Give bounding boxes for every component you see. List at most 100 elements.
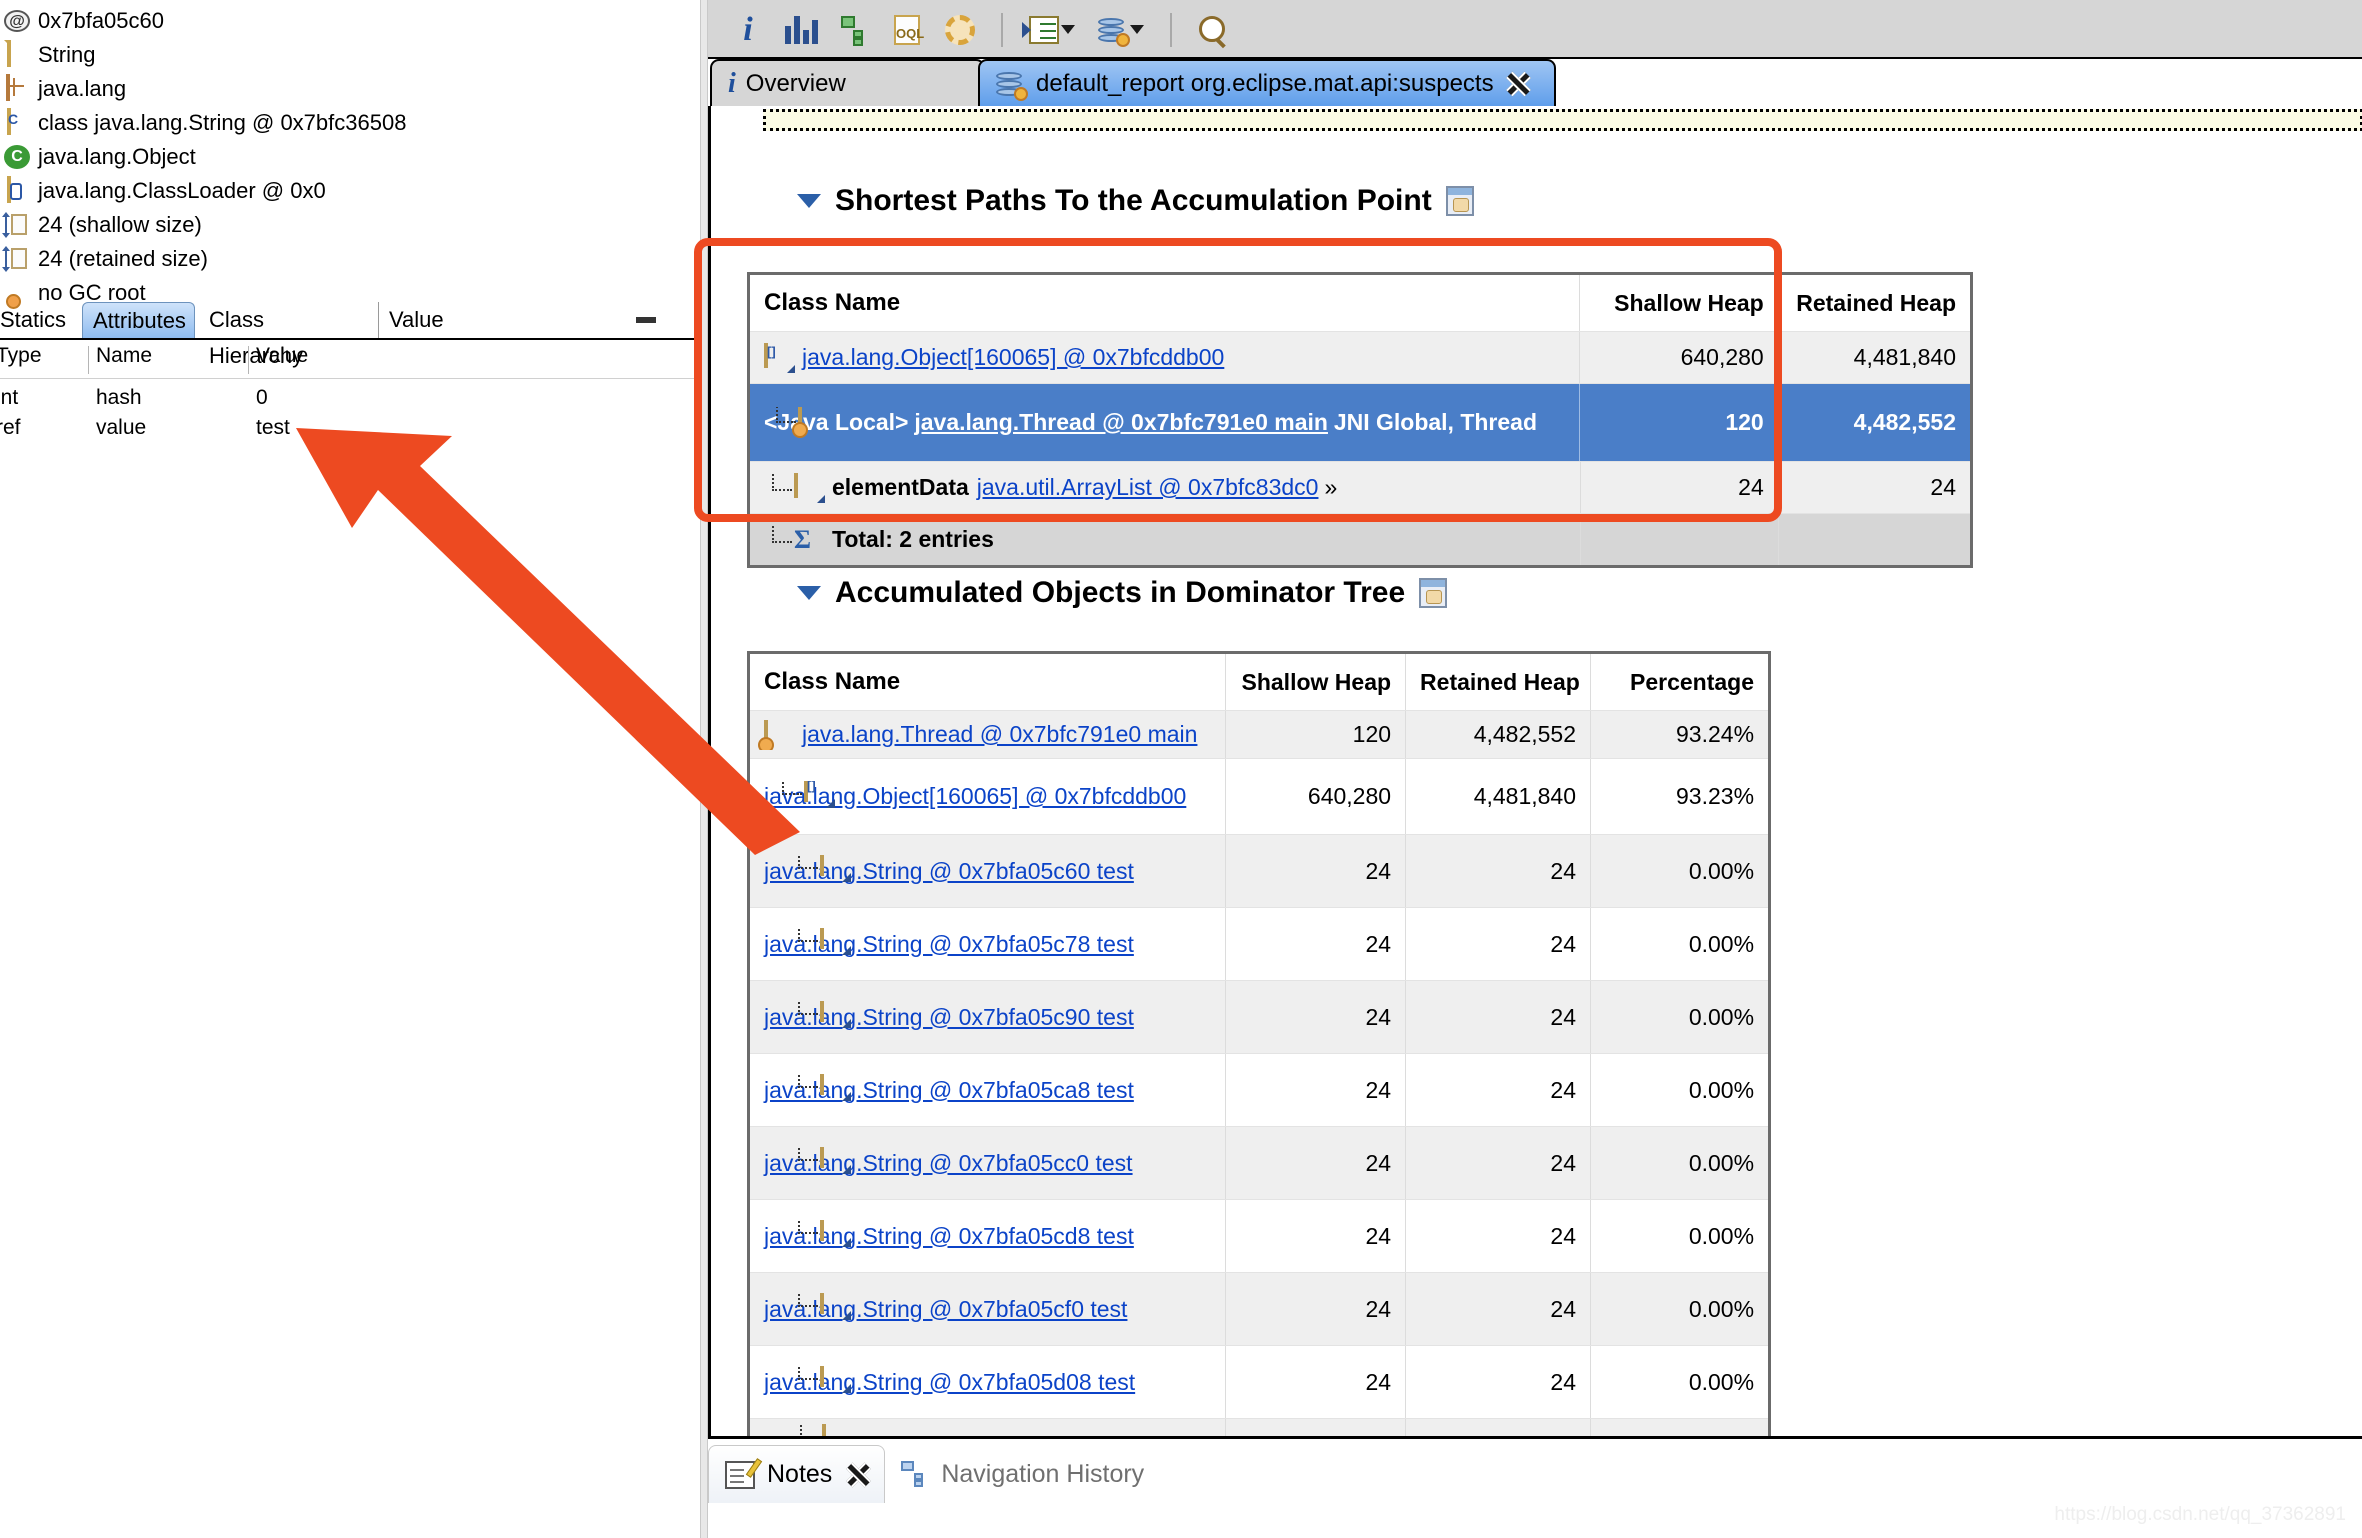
column-header-retained-heap[interactable]: Retained Heap (1779, 290, 1970, 317)
histogram-icon (784, 15, 818, 44)
section-header-accumulated-objects[interactable]: Accumulated Objects in Dominator Tree (797, 576, 1448, 610)
table-row[interactable]: java.lang.String @ 0x7bfa05d08 test 24 2… (750, 1345, 1768, 1418)
object-link[interactable]: java.util.ArrayList @ 0x7bfc83dc0 (977, 474, 1319, 501)
table-row[interactable]: java.lang.Object[160065] @ 0x7bfcddb00 6… (750, 331, 1970, 383)
column-divider[interactable] (88, 346, 89, 374)
tab-statics[interactable]: Statics (0, 302, 86, 338)
column-header-name[interactable]: Name (96, 344, 152, 368)
cell-retained-heap: 24 (1930, 474, 1957, 500)
tab-default-report[interactable]: default_report org.eclipse.mat.api:suspe… (978, 59, 1556, 106)
section-header-shortest-paths[interactable]: Shortest Paths To the Accumulation Point (797, 184, 1474, 218)
inspector-item-classname[interactable]: String (0, 38, 700, 72)
tab-overview[interactable]: i Overview (710, 59, 985, 106)
inspector-item-package[interactable]: java.lang (0, 72, 700, 106)
tab-attributes[interactable]: Attributes (82, 302, 195, 338)
notes-icon (725, 1457, 763, 1489)
gear-icon (945, 14, 975, 45)
inspector-item-retained-size[interactable]: 24 (retained size) (0, 242, 700, 276)
cell-shallow-heap: 24 (1365, 1076, 1392, 1103)
inspector-item-superclass[interactable]: C java.lang.Object (0, 140, 700, 174)
table-row[interactable]: ref value test (0, 416, 700, 446)
query-browser-button[interactable] (1022, 8, 1080, 52)
table-row[interactable]: java.lang.String @ 0x7bfa05c90 test 24 2… (750, 980, 1768, 1053)
tab-value[interactable]: Value (378, 302, 456, 338)
overview-info-button[interactable]: i (728, 8, 768, 52)
table-header-row: Class Name Shallow Heap Retained Heap Pe… (750, 654, 1768, 710)
inspector-item-class[interactable]: class java.lang.String @ 0x7bfc36508 (0, 106, 700, 140)
column-header-value[interactable]: Value (256, 344, 308, 368)
column-header-percentage[interactable]: Percentage (1591, 669, 1768, 696)
close-icon[interactable] (844, 1463, 868, 1487)
column-divider[interactable] (248, 346, 249, 374)
inspector-item-address[interactable]: @ 0x7bfa05c60 (0, 4, 700, 38)
table-row[interactable]: elementData java.util.ArrayList @ 0x7bfc… (750, 461, 1970, 513)
object-link[interactable]: java.lang.Thread @ 0x7bfc791e0 main (914, 409, 1328, 435)
inspector-item-label: java.lang (38, 76, 127, 101)
cell-retained-heap: 24 (1550, 1003, 1577, 1030)
column-header-class-name[interactable]: Class Name (750, 289, 1579, 317)
table-row[interactable]: java.lang.String @ 0x7bfa05cc0 test 24 2… (750, 1126, 1768, 1199)
object-link[interactable]: java.lang.Object[160065] @ 0x7bfcddb00 (802, 344, 1224, 371)
calculate-button[interactable] (940, 8, 980, 52)
table-row[interactable]: java.lang.Object[160065] @ 0x7bfcddb00 6… (750, 758, 1768, 834)
table-row[interactable]: java.lang.String @ 0x7bfa05ca8 test 24 2… (750, 1053, 1768, 1126)
find-button[interactable] (1193, 8, 1233, 52)
chevron-down-icon[interactable] (797, 194, 821, 208)
report-button[interactable] (1093, 8, 1149, 52)
minimize-view-icon[interactable]: ▬ (636, 306, 658, 329)
column-divider (1579, 514, 1581, 565)
open-in-panel-icon[interactable] (1419, 578, 1448, 608)
retained-size-icon (2, 246, 30, 272)
query-list-icon (1022, 15, 1059, 44)
table-row[interactable]: java.lang.String @ 0x7bfa05c78 test 24 2… (750, 907, 1768, 980)
document-icon (798, 855, 850, 881)
panel-divider[interactable] (700, 0, 708, 1538)
table-row[interactable]: java.lang.String @ 0x7bfa05cf0 test 24 2… (750, 1272, 1768, 1345)
open-in-panel-icon[interactable] (1445, 186, 1474, 216)
column-header-type[interactable]: Type (0, 344, 42, 368)
inspector-item-shallow-size[interactable]: 24 (shallow size) (0, 208, 700, 242)
object-link[interactable]: java.lang.Thread @ 0x7bfc791e0 main (802, 721, 1197, 748)
tab-label: Notes (767, 1460, 833, 1488)
oql-button[interactable]: OQL (887, 8, 927, 52)
column-header-shallow-heap[interactable]: Shallow Heap (1226, 669, 1405, 696)
heap-report-icon (1098, 16, 1130, 47)
dominator-tree-icon (839, 15, 869, 46)
cell-retained-heap: 4,482,552 (1853, 409, 1956, 435)
chevron-down-icon[interactable] (1130, 25, 1144, 34)
cell-shallow-heap: 120 (1352, 721, 1392, 747)
table-row[interactable]: java.lang.String @ 0x7bfa05cd8 test 24 2… (750, 1199, 1768, 1272)
column-header-retained-heap[interactable]: Retained Heap (1406, 669, 1590, 696)
cell-type: ref (0, 416, 21, 439)
chevron-down-icon[interactable] (1061, 25, 1075, 34)
column-header-class-name[interactable]: Class Name (750, 668, 1225, 696)
table-row[interactable]: <Java Local> java.lang.Thread @ 0x7bfc79… (750, 383, 1970, 461)
close-icon[interactable] (1504, 72, 1528, 96)
table-row[interactable]: int hash 0 (0, 386, 700, 416)
cell-shallow-heap: 24 (1365, 1368, 1392, 1395)
object-link[interactable]: java.lang.String @ 0x7bfa05cf0 test (764, 1296, 1127, 1322)
document-icon (798, 1074, 850, 1100)
table-row[interactable]: java.lang.String @ 0x7bfa05c60 test 24 2… (750, 834, 1768, 907)
bottom-view-tab-bar: Notes Navigation History (708, 1445, 1160, 1503)
array-object-icon (782, 780, 834, 807)
toolbar-separator (1170, 12, 1172, 47)
column-divider (1777, 514, 1779, 565)
dominator-tree-button[interactable] (834, 8, 874, 52)
tab-notes[interactable]: Notes (708, 1445, 886, 1503)
cell-retained-heap: 24 (1550, 930, 1577, 957)
chevron-down-icon[interactable] (797, 586, 821, 600)
column-header-shallow-heap[interactable]: Shallow Heap (1580, 290, 1777, 317)
histogram-button[interactable] (781, 8, 821, 52)
inspector-item-classloader[interactable]: java.lang.ClassLoader @ 0x0 (0, 174, 700, 208)
tab-navigation-history[interactable]: Navigation History (885, 1445, 1160, 1503)
cell-percentage: 93.23% (1676, 783, 1755, 809)
table-row[interactable]: java.lang.Thread @ 0x7bfc791e0 main 120 … (750, 710, 1768, 758)
table-total-row[interactable]: Σ Total: 2 entries (750, 513, 1970, 565)
tab-class-hierarchy[interactable]: Class Hierarchy (199, 302, 374, 368)
class-file-icon (4, 108, 30, 136)
inspector-item-label: 24 (shallow size) (38, 212, 202, 237)
section-title: Accumulated Objects in Dominator Tree (835, 576, 1406, 609)
document-icon (798, 1001, 850, 1027)
cell-name: value (96, 416, 147, 439)
